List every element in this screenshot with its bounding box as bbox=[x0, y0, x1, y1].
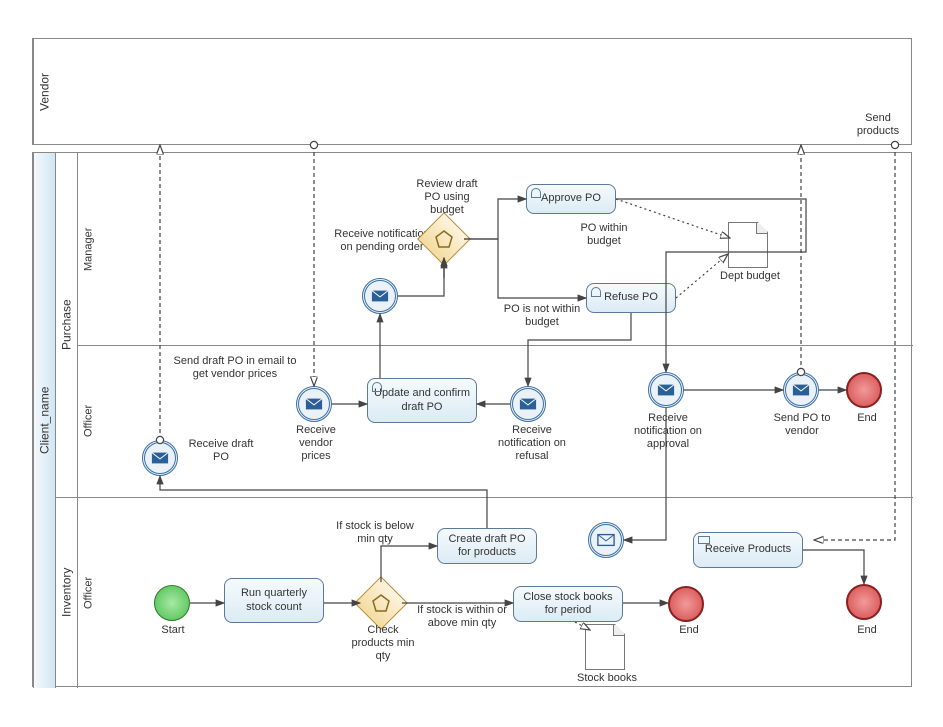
label-start: Start bbox=[158, 624, 188, 637]
event-receive-vendor-prices[interactable] bbox=[296, 386, 332, 422]
event-receive-refusal[interactable] bbox=[510, 386, 546, 422]
label-send-vendor: Send PO to vendor bbox=[772, 412, 832, 438]
label-receive-draft-po: Receive draft PO bbox=[186, 438, 256, 464]
artifact-dept-budget bbox=[728, 222, 768, 268]
label-receive-refusal: Receive notification on refusal bbox=[497, 424, 567, 464]
label-within-min: If stock is within or above min qty bbox=[407, 604, 517, 630]
label-receive-vendor-prices: Receive vendor prices bbox=[286, 424, 346, 464]
label-send-draft-prices: Send draft PO in email to get vendor pri… bbox=[170, 355, 300, 381]
task-refuse-po[interactable]: Refuse PO bbox=[586, 283, 676, 313]
pool-client-label: Client_name bbox=[33, 153, 55, 688]
label-receive-approval: Receive notification on approval bbox=[628, 412, 708, 452]
lane-inventory-label: Inventory bbox=[55, 497, 77, 688]
event-receive-approval[interactable] bbox=[648, 372, 684, 408]
task-approve-label: Approve PO bbox=[541, 192, 601, 205]
task-update-confirm-label: Update and confirm draft PO bbox=[372, 387, 472, 413]
user-icon bbox=[531, 188, 541, 198]
task-refuse-label: Refuse PO bbox=[604, 291, 658, 304]
event-receive-draft-po[interactable] bbox=[142, 440, 178, 476]
task-close-stock-label: Close stock books for period bbox=[518, 591, 618, 617]
label-end-receive: End bbox=[852, 624, 882, 637]
label-send-products: Send products bbox=[850, 112, 906, 138]
event-end-officer[interactable] bbox=[846, 372, 882, 408]
label-dept-budget: Dept budget bbox=[718, 270, 782, 283]
pool-vendor: Vendor bbox=[32, 38, 912, 145]
label-review-budget: Review draft PO using budget bbox=[407, 178, 487, 218]
label-below-min: If stock is below min qty bbox=[335, 520, 415, 546]
task-receive-products[interactable]: Receive Products bbox=[693, 532, 803, 568]
lane-purchase-label: Purchase bbox=[55, 153, 77, 497]
task-close-stock[interactable]: Close stock books for period bbox=[513, 586, 623, 622]
pool-vendor-label: Vendor bbox=[33, 39, 55, 144]
label-not-within: PO is not within budget bbox=[497, 303, 587, 329]
lane-officer-purchase-label: Officer bbox=[77, 345, 99, 497]
task-run-quarterly-label: Run quarterly stock count bbox=[229, 587, 319, 613]
task-receive-products-label: Receive Products bbox=[705, 543, 791, 556]
label-within-budget: PO within budget bbox=[569, 222, 639, 248]
artifact-stock-books bbox=[585, 624, 625, 670]
user-icon bbox=[372, 382, 382, 392]
bpmn-diagram: Vendor Send products Client_name Purchas… bbox=[0, 0, 943, 727]
label-end-inventory: End bbox=[674, 624, 704, 637]
lane-manager-label: Manager bbox=[77, 153, 99, 345]
event-send-po-vendor[interactable] bbox=[783, 372, 819, 408]
label-stock-books: Stock books bbox=[572, 672, 642, 685]
event-receive-products-catch[interactable] bbox=[588, 522, 624, 558]
message-icon bbox=[698, 536, 710, 544]
event-receive-pending[interactable] bbox=[362, 278, 398, 314]
event-start[interactable] bbox=[154, 585, 190, 621]
event-end-inventory[interactable] bbox=[668, 586, 704, 622]
event-end-receive[interactable] bbox=[846, 584, 882, 620]
task-approve-po[interactable]: Approve PO bbox=[526, 184, 616, 214]
task-create-draft-label: Create draft PO for products bbox=[442, 533, 532, 559]
lane-officer-inventory-label: Officer bbox=[77, 497, 99, 688]
task-create-draft-po[interactable]: Create draft PO for products bbox=[437, 528, 537, 564]
label-end-officer: End bbox=[852, 412, 882, 425]
task-run-quarterly[interactable]: Run quarterly stock count bbox=[224, 578, 324, 623]
user-icon bbox=[591, 287, 601, 297]
task-update-confirm[interactable]: Update and confirm draft PO bbox=[367, 378, 477, 423]
